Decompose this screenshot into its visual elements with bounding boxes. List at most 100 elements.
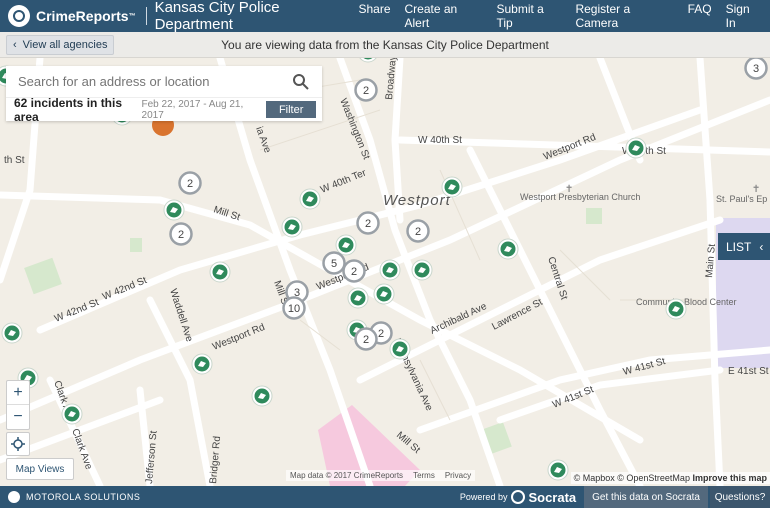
church-icon: ✝ (565, 184, 573, 195)
nav-faq[interactable]: FAQ (688, 2, 712, 30)
cluster-marker[interactable]: 2 (354, 78, 378, 102)
mapbox-attribution: © Mapbox © OpenStreetMap Improve this ma… (570, 472, 770, 484)
cluster-marker[interactable]: 5 (322, 251, 346, 275)
incident-marker[interactable] (163, 199, 185, 221)
motorola-label: MOTOROLA SOLUTIONS (26, 492, 141, 502)
search-info-row: 62 incidents in this area Feb 22, 2017 -… (6, 96, 322, 124)
questions-button[interactable]: Questions? (710, 486, 770, 508)
brand-name: CrimeReports (36, 8, 129, 24)
search-input[interactable] (18, 74, 292, 89)
search-panel: 62 incidents in this area Feb 22, 2017 -… (6, 66, 322, 124)
get-data-button[interactable]: Get this data on Socrata (584, 486, 708, 508)
agency-subbar: ‹ View all agencies You are viewing data… (0, 32, 770, 58)
view-all-agencies-button[interactable]: ‹ View all agencies (6, 34, 115, 55)
zoom-out-button[interactable]: − (7, 405, 29, 429)
zoom-in-button[interactable]: + (7, 381, 29, 405)
cluster-count: 10 (288, 303, 300, 315)
map-views-button[interactable]: Map Views (6, 458, 74, 480)
incident-marker[interactable] (347, 287, 369, 309)
cluster-marker[interactable]: 10 (282, 296, 306, 320)
neighborhood-label: Westport (383, 192, 451, 209)
incident-marker[interactable] (441, 176, 463, 198)
cluster-count: 2 (415, 226, 421, 238)
incident-marker[interactable] (547, 459, 569, 481)
incident-marker[interactable] (209, 261, 231, 283)
incident-marker[interactable] (373, 283, 395, 305)
cluster-marker[interactable]: 2 (406, 219, 430, 243)
incident-marker[interactable] (1, 322, 23, 344)
nav-share[interactable]: Share (358, 2, 390, 30)
poi-label: Community Blood Center (636, 297, 737, 307)
view-all-agencies-label: View all agencies (22, 38, 108, 51)
zoom-controls: + − (6, 380, 30, 430)
cluster-count: 5 (331, 258, 337, 270)
date-range[interactable]: Feb 22, 2017 - Aug 21, 2017 (142, 99, 261, 121)
street-label: W 40th St (418, 135, 462, 146)
incident-marker[interactable] (251, 385, 273, 407)
crimereports-logo-icon (8, 5, 30, 27)
street-label: E 41st St (728, 366, 769, 377)
cluster-marker[interactable]: 2 (342, 259, 366, 283)
powered-by: Powered by Socrata (460, 490, 576, 505)
attribution-mapdata: Map data © 2017 CrimeReports (290, 471, 404, 480)
map-attribution: Map data © 2017 CrimeReports Terms Priva… (286, 470, 476, 481)
nav-register-camera[interactable]: Register a Camera (575, 2, 673, 30)
cluster-count: 2 (378, 328, 384, 340)
mapbox-credit[interactable]: © Mapbox © OpenStreetMap (574, 473, 690, 483)
list-tab-label: LIST (726, 239, 752, 254)
incident-marker[interactable] (625, 137, 647, 159)
nav-create-alert[interactable]: Create an Alert (405, 2, 483, 30)
search-icon[interactable] (292, 73, 310, 91)
cluster-marker[interactable]: 2 (356, 211, 380, 235)
incident-marker[interactable] (299, 188, 321, 210)
motorola-logo-icon (8, 491, 20, 503)
cluster-marker[interactable]: 2 (178, 171, 202, 195)
cluster-count: 2 (365, 218, 371, 230)
list-tab[interactable]: LIST ‹ (718, 233, 770, 260)
attribution-privacy[interactable]: Privacy (445, 471, 471, 480)
motorola-brand: MOTOROLA SOLUTIONS (0, 491, 140, 503)
church-label: Westport Presbyterian Church (520, 192, 640, 202)
brand-trademark: ™ (128, 12, 136, 20)
brand-divider (145, 7, 147, 25)
incident-marker[interactable] (61, 403, 83, 425)
cluster-marker[interactable]: 3 (744, 58, 768, 80)
nav-submit-tip[interactable]: Submit a Tip (496, 2, 561, 30)
socrata-logo-icon (511, 490, 526, 504)
incident-marker[interactable] (379, 259, 401, 281)
cluster-marker[interactable]: 2 (354, 327, 378, 351)
park-area (130, 238, 142, 252)
incident-marker[interactable] (411, 259, 433, 281)
improve-map-link[interactable]: Improve this map (692, 473, 767, 483)
cluster-count: 3 (753, 63, 759, 75)
attribution-terms[interactable]: Terms (413, 471, 435, 480)
cluster-count: 2 (187, 178, 193, 190)
incident-marker[interactable] (335, 234, 357, 256)
incident-marker[interactable] (281, 216, 303, 238)
cluster-count: 2 (363, 85, 369, 97)
chevron-left-icon: ‹ (759, 239, 764, 254)
top-navbar: CrimeReports ™ Kansas City Police Depart… (0, 0, 770, 33)
socrata-label: Socrata (528, 489, 577, 505)
cluster-count: 2 (363, 334, 369, 346)
filter-button[interactable]: Filter (266, 101, 316, 118)
chevron-left-icon: ‹ (13, 38, 17, 51)
incident-marker[interactable] (497, 238, 519, 260)
incident-marker[interactable] (389, 338, 411, 360)
nav-sign-in[interactable]: Sign In (726, 2, 762, 30)
powered-by-label: Powered by (459, 492, 508, 502)
park-area (586, 208, 602, 224)
nav-links: Share Create an Alert Submit a Tip Regis… (358, 2, 770, 30)
incident-marker[interactable] (191, 353, 213, 375)
street-label: th St (4, 155, 25, 166)
locate-button[interactable] (6, 432, 30, 456)
crosshair-icon (11, 437, 25, 451)
viewing-notice: You are viewing data from the Kansas Cit… (221, 37, 549, 52)
cluster-count: 2 (178, 229, 184, 241)
cluster-marker[interactable]: 2 (169, 222, 193, 246)
church-icon: ✝ (752, 184, 760, 195)
socrata-brand[interactable]: Socrata (511, 490, 576, 505)
brand[interactable]: CrimeReports ™ (0, 5, 136, 27)
search-row (6, 66, 322, 98)
incident-marker[interactable] (665, 298, 687, 320)
